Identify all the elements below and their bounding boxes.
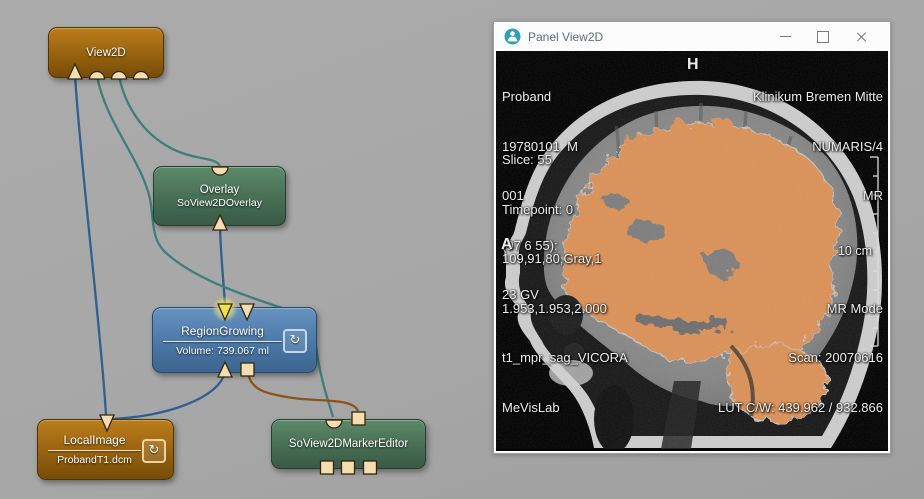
node-title: RegionGrowing [163,324,282,338]
viewer-mode: MR Mode [718,301,883,318]
node-title: SoView2DMarkerEditor [289,438,408,450]
close-button[interactable] [842,24,880,50]
timepoint: Timepoint: 0 [502,202,628,219]
institution-block: Klinikum Bremen Mitte NUMARIS/4 MR [753,56,883,238]
node-view2d[interactable]: View2D [48,27,164,78]
volume-status: Volume: 739.067 ml [163,345,282,357]
connection-overlay-to-view2d[interactable] [119,76,220,166]
reload-icon: ↻ [290,332,301,347]
node-divider [163,341,282,342]
institution-name: Klinikum Bremen Mitte [753,89,883,106]
sequence-name: t1_mpr_sag_VICORA [502,350,628,367]
window-title: Panel View2D [528,30,759,44]
voxel-position: 109,91,80,Gray,1 [502,251,628,268]
connection-localimage-to-view2d[interactable] [75,76,106,415]
filename-status: ProbandT1.dcm [48,454,141,466]
lut-center-width: LUT C/W: 439.962 / 932.866 [718,400,883,417]
node-divider [48,450,141,451]
node-markereditor[interactable]: SoView2DMarkerEditor [271,419,426,469]
mri-viewport[interactable]: Proband 19780101 M 001 (97 6 55): 23 GV … [496,51,888,451]
connection-regiongrowing-to-overlay[interactable] [220,224,225,306]
modality: MR [753,188,883,205]
minimize-button[interactable] [766,24,804,50]
scan-date: Scan: 20070616 [718,350,883,367]
patient-name: Proband [502,89,578,106]
mode-info-block: MR Mode Scan: 20070616 LUT C/W: 439.962 … [718,268,883,450]
reload-icon: ↻ [149,442,160,457]
voxel-size: 1.953,1.953,2.000 [502,301,628,318]
maximize-icon [817,31,829,43]
minimize-icon [780,36,791,37]
panel-view2d-window: Panel View2D [493,21,891,454]
node-type-label: SoView2DOverlay [177,197,262,209]
connection-localimage-to-regiongrowing[interactable] [111,371,225,419]
mevislab-network-canvas[interactable]: View2D Overlay SoView2DOverlay RegionGro… [0,0,924,499]
scanner-software: NUMARIS/4 [753,139,883,156]
application-name: MeVisLab [502,400,628,417]
scale-label: 10 cm [838,243,872,260]
close-icon [855,31,867,43]
node-regiongrowing[interactable]: RegionGrowing Volume: 739.067 ml ↻ [152,307,317,373]
orientation-label-head: H [687,57,699,74]
node-title: LocalImage [48,433,141,447]
maximize-button[interactable] [804,24,842,50]
connection-markereditor-to-regiongrowing-base[interactable] [248,372,358,411]
window-titlebar[interactable]: Panel View2D [494,22,890,51]
auto-update-button[interactable]: ↻ [283,329,307,353]
node-overlay[interactable]: Overlay SoView2DOverlay [153,166,286,226]
mevislab-logo-icon [504,28,521,45]
window-controls [766,24,880,50]
slice-info-block: Slice: 55 Timepoint: 0 109,91,80,Gray,1 … [502,119,628,449]
node-title: Overlay [200,184,240,196]
reload-file-button[interactable]: ↻ [142,439,166,463]
node-localimage[interactable]: LocalImage ProbandT1.dcm ↻ [37,419,174,480]
node-title: View2D [86,47,125,59]
slice-number: Slice: 55 [502,152,628,169]
